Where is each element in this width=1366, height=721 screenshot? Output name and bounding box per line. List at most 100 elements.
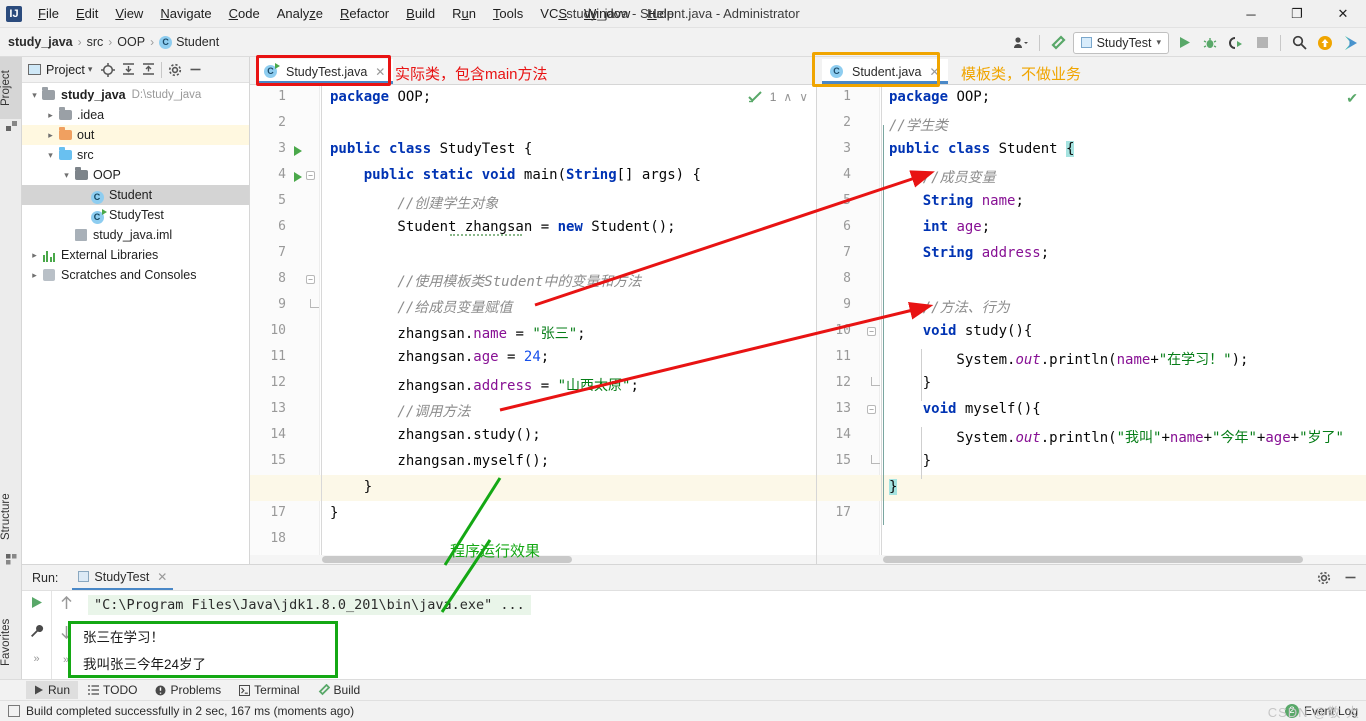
close-icon[interactable]: ✕ [375,65,385,79]
inspection-widget-right[interactable]: ✔ [1346,90,1358,107]
expand-all-icon[interactable] [118,60,138,80]
fold-collapse-icon[interactable]: − [867,405,876,414]
menu-item-vcs[interactable]: VCS [532,2,575,25]
editor-tab-student[interactable]: C Student.java ✕ [822,59,948,84]
more-right-icon[interactable]: » [63,654,69,666]
chevron-down-icon[interactable] [44,150,57,161]
breadcrumb-file[interactable]: C Student [159,35,219,49]
tree-node-out[interactable]: out [22,125,249,145]
tree-node--idea[interactable]: .idea [22,105,249,125]
menu-item-file[interactable]: File [30,2,67,25]
scroll-up-icon[interactable] [60,595,73,613]
ide-icon[interactable] [1340,32,1362,54]
fold-collapse-icon[interactable]: − [867,327,876,336]
run-gutter-icon[interactable] [294,146,302,156]
menu-item-run[interactable]: Run [444,2,484,25]
debug-icon[interactable] [1199,32,1221,54]
close-icon[interactable]: ✕ [157,570,167,584]
code-line[interactable]: zhangsan.study(); [330,427,540,443]
code-line[interactable]: System.out.println(name+"在学习！"); [889,349,1248,369]
menu-item-analyze[interactable]: Analyze [269,2,331,25]
chevron-down-icon[interactable] [28,90,41,101]
code-line[interactable]: package OOP; [330,89,431,105]
code-line[interactable]: zhangsan.age = 24; [330,349,549,365]
tool-window-tab-project[interactable]: Project [0,57,22,119]
code-line[interactable]: } [889,453,931,469]
bottom-tab-build[interactable]: Build [310,681,369,699]
tree-node-study-java-iml[interactable]: study_java.iml [22,225,249,245]
code-line[interactable]: //给成员变量赋值 [330,297,512,317]
chevron-right-icon[interactable] [44,130,57,141]
tree-node-study-java[interactable]: study_java D:\study_java [22,85,249,105]
console-output[interactable]: "C:\Program Files\Java\jdk1.8.0_201\bin\… [80,591,1366,679]
settings-gear-icon[interactable] [1314,568,1334,588]
bottom-tab-run[interactable]: Run [26,681,79,699]
code-line[interactable]: } [889,479,898,495]
code-line[interactable]: //成员变量 [889,167,996,187]
code-line[interactable]: public class StudyTest { [330,141,532,157]
menu-item-tools[interactable]: Tools [485,2,531,25]
run-gutter-icon[interactable] [294,172,302,182]
code-line[interactable]: zhangsan.myself(); [330,453,549,469]
fold-collapse-icon[interactable]: − [306,275,315,284]
code-editor-student[interactable]: 1234567891011121314151617−− ✔ package OO… [816,85,1366,564]
tree-node-oop[interactable]: OOP [22,165,249,185]
tree-node-studytest[interactable]: C StudyTest [22,205,249,225]
code-line[interactable]: //创建学生对象 [330,193,498,213]
tree-node-student[interactable]: C Student [22,185,249,205]
bottom-tool-bar[interactable]: Run TODO Problems Terminal Build [0,679,1366,700]
window-controls[interactable]: ─ ❐ ✕ [1228,0,1366,28]
menu-item-edit[interactable]: Edit [68,2,106,25]
code-line[interactable]: //方法、行为 [889,297,1010,317]
update-project-icon[interactable] [1314,32,1336,54]
rerun-icon[interactable] [30,596,43,612]
code-line[interactable]: } [889,375,931,391]
code-editor-studytest[interactable]: 123456789101112131415161718−− 1 ∧ ∨ pack… [250,85,816,564]
editor-tab-studytest[interactable]: C StudyTest.java ✕ [256,59,394,84]
close-button[interactable]: ✕ [1320,0,1366,28]
code-line[interactable]: String name; [889,193,1024,209]
bottom-tab-todo[interactable]: TODO [80,681,145,699]
search-everywhere-icon[interactable] [1288,32,1310,54]
fold-collapse-icon[interactable]: − [306,171,315,180]
chevron-right-icon[interactable] [44,110,57,121]
settings-gear-icon[interactable] [165,60,185,80]
code-line[interactable]: //调用方法 [330,401,470,421]
breadcrumb-src[interactable]: src [87,35,104,49]
run-icon[interactable] [1173,32,1195,54]
code-line[interactable]: void study(){ [889,323,1033,339]
chevron-down-icon[interactable]: ∨ [799,90,808,104]
code-line[interactable]: String address; [889,245,1049,261]
run-panel-header-actions[interactable] [1314,568,1360,588]
minimize-button[interactable]: ─ [1228,0,1274,28]
code-line[interactable]: //使用模板类Student中的变量和方法 [330,271,641,291]
menu-item-view[interactable]: View [107,2,151,25]
code-line[interactable]: System.out.println("我叫"+name+"今年"+age+"岁… [889,427,1344,447]
tool-window-tab-favorites[interactable]: Favorites [0,607,22,677]
code-line[interactable]: } [330,505,338,521]
menu-item-build[interactable]: Build [398,2,443,25]
project-tree[interactable]: study_javaD:\study_java.ideaoutsrcOOPCSt… [22,83,249,285]
code-line[interactable]: package OOP; [889,89,990,105]
chevron-down-icon[interactable] [60,170,73,181]
code-line[interactable]: public static void main(String[] args) { [330,167,701,183]
menu-item-window[interactable]: Window [576,2,638,25]
chevron-up-icon[interactable]: ∧ [783,90,792,104]
code-line[interactable]: } [330,479,372,495]
code-line[interactable]: void myself(){ [889,401,1041,417]
bottom-tab-problems[interactable]: Problems [147,681,229,699]
inspection-widget-left[interactable]: 1 ∧ ∨ [748,90,808,104]
run-panel-side-actions[interactable]: » » [22,591,80,679]
menu-item-navigate[interactable]: Navigate [152,2,219,25]
collapse-all-icon[interactable] [138,60,158,80]
maximize-button[interactable]: ❐ [1274,0,1320,28]
settings-wrench-icon[interactable] [30,624,44,641]
bottom-tab-terminal[interactable]: Terminal [231,681,307,699]
menu-item-refactor[interactable]: Refactor [332,2,397,25]
hide-icon[interactable] [1340,568,1360,588]
run-tab-studytest[interactable]: StudyTest ✕ [72,565,174,590]
chevron-right-icon[interactable] [28,270,41,281]
tree-node-external-libraries[interactable]: External Libraries [22,245,249,265]
menu-bar[interactable]: File Edit View Navigate Code Analyze Ref… [30,2,682,25]
editor-hscrollbar-right[interactable] [817,555,1366,564]
